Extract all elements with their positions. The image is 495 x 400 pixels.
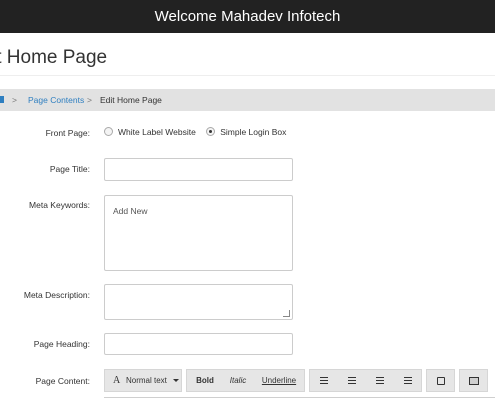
page-content-label: Page Content: [35,376,90,386]
radio-white-label[interactable] [104,127,113,137]
format-label: Normal text [126,376,167,385]
share-icon[interactable] [426,369,455,392]
underline-button[interactable]: Underline [255,370,303,391]
editor-top-border [104,397,495,398]
font-icon: A [113,375,121,386]
meta-keywords-label: Meta Keywords: [29,200,90,210]
text-style-group: Bold Italic Underline [186,369,305,392]
radio-simple-login[interactable] [206,127,216,137]
page-heading-input[interactable] [104,333,293,355]
radio-simple-login-text[interactable]: Simple Login Box [220,127,286,137]
caret-down-icon [173,379,179,382]
top-bar: Welcome Mahadev Infotech [0,0,495,33]
meta-keywords-textarea[interactable]: Add New [104,195,293,271]
image-glyph [469,377,479,385]
radio-white-label-text[interactable]: White Label Website [118,127,196,137]
breadcrumb-separator: > [12,95,17,105]
front-page-radio-group: White Label Website Simple Login Box [104,126,294,138]
image-icon[interactable] [459,369,488,392]
bold-button[interactable]: Bold [187,370,223,391]
meta-keywords-value: Add New [113,206,148,216]
page-title: it Home Page [0,47,108,68]
brand-name: Mahadev Infotech [221,8,341,25]
italic-button[interactable]: Italic [223,370,253,391]
resize-grip-icon[interactable] [283,310,290,317]
meta-description-textarea[interactable] [104,284,293,320]
home-icon[interactable] [0,96,4,103]
welcome-text: Welcome [154,8,217,25]
outdent-icon[interactable] [366,370,394,391]
breadcrumb-current: Edit Home Page [100,95,162,105]
breadcrumb-link-page-contents[interactable]: Page Contents [28,89,84,111]
front-page-label: Front Page: [45,128,90,138]
share-glyph [437,377,445,385]
page-title-input[interactable] [104,158,293,181]
ordered-list-icon[interactable] [338,370,366,391]
breadcrumb-separator: > [87,95,92,105]
page-title-label: Page Title: [49,164,90,174]
list-group [309,369,422,392]
indent-icon[interactable] [394,370,422,391]
title-divider [0,75,495,76]
breadcrumb: > Page Contents > Edit Home Page [0,89,495,111]
meta-description-label: Meta Description: [23,290,90,300]
format-dropdown[interactable]: A Normal text [104,369,182,392]
page-heading-label: Page Heading: [33,339,90,349]
unordered-list-icon[interactable] [310,370,338,391]
